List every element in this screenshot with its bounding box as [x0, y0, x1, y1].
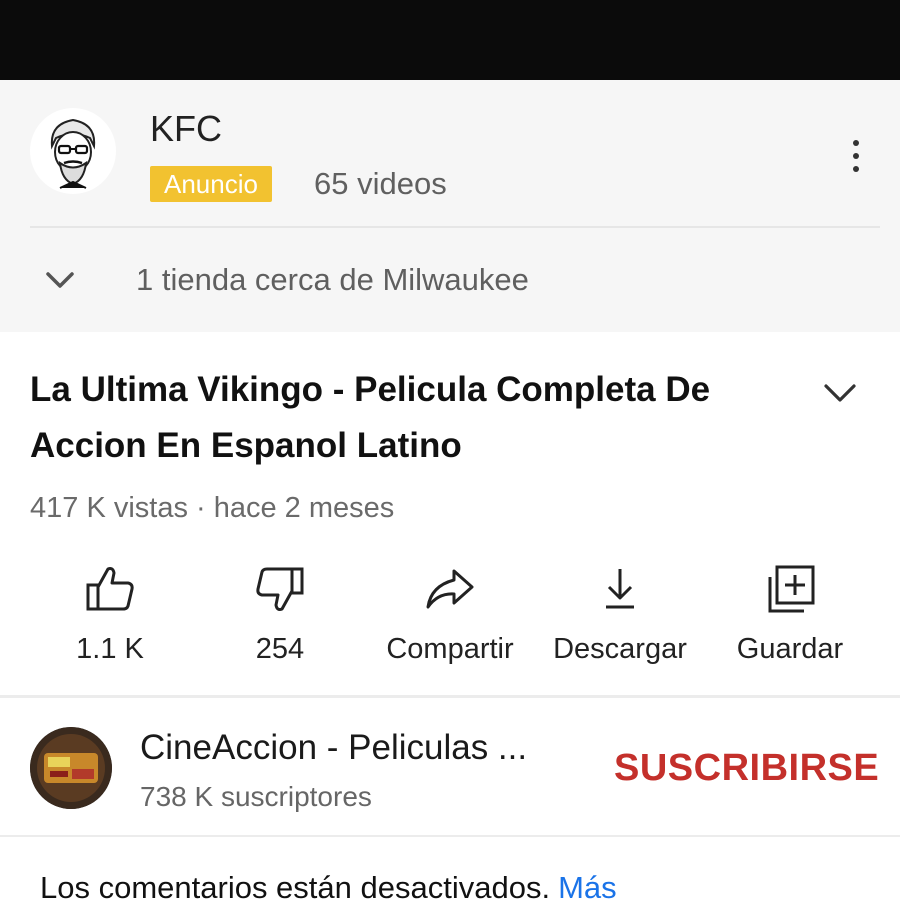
- thumb-down-icon: [252, 561, 308, 617]
- save-label: Guardar: [736, 633, 844, 665]
- like-button[interactable]: 1.1 K: [30, 555, 190, 675]
- ad-channel-name[interactable]: KFC: [150, 108, 222, 150]
- ad-badge: Anuncio: [150, 166, 272, 202]
- channel-avatar[interactable]: [30, 727, 112, 809]
- like-count: 1.1 K: [76, 633, 144, 665]
- dislike-count: 254: [255, 633, 305, 665]
- share-label: Compartir: [386, 633, 514, 665]
- chevron-down-icon[interactable]: [40, 260, 80, 300]
- divider: [0, 695, 900, 698]
- video-player[interactable]: [0, 0, 900, 80]
- subscribe-button[interactable]: SUSCRIBIRSE: [614, 742, 879, 794]
- divider: [30, 226, 880, 228]
- more-link[interactable]: Más: [558, 870, 617, 900]
- video-meta: 417 K vistas · hace 2 meses: [30, 492, 395, 524]
- ad-video-count: 65 videos: [314, 166, 447, 201]
- subscriber-count: 738 K suscriptores: [140, 781, 372, 812]
- video-title: La Ultima Vikingo - Pelicula Completa De…: [30, 370, 711, 465]
- action-bar: 1.1 K 254 Compartir Descargar Guardar: [0, 555, 900, 675]
- download-button[interactable]: Descargar: [540, 555, 700, 675]
- divider: [0, 835, 900, 837]
- playlist-add-icon: [762, 561, 818, 617]
- thumb-up-icon: [82, 561, 138, 617]
- kfc-logo[interactable]: [30, 108, 116, 194]
- ad-store-location[interactable]: 1 tienda cerca de Milwaukee: [136, 258, 529, 302]
- comments-section: Los comentarios están desactivados. Más: [40, 866, 617, 900]
- share-button[interactable]: Compartir: [370, 555, 530, 675]
- channel-name[interactable]: CineAccion - Peliculas ...: [140, 724, 580, 772]
- save-button[interactable]: Guardar: [710, 555, 870, 675]
- share-icon: [422, 561, 478, 617]
- comments-disabled-text: Los comentarios están desactivados.: [40, 870, 551, 900]
- dislike-button[interactable]: 254: [200, 555, 360, 675]
- download-label: Descargar: [553, 633, 687, 665]
- expand-description-icon[interactable]: [818, 372, 862, 412]
- video-title-block[interactable]: La Ultima Vikingo - Pelicula Completa De…: [30, 362, 800, 474]
- more-vert-icon[interactable]: [840, 134, 872, 178]
- download-icon: [592, 561, 648, 617]
